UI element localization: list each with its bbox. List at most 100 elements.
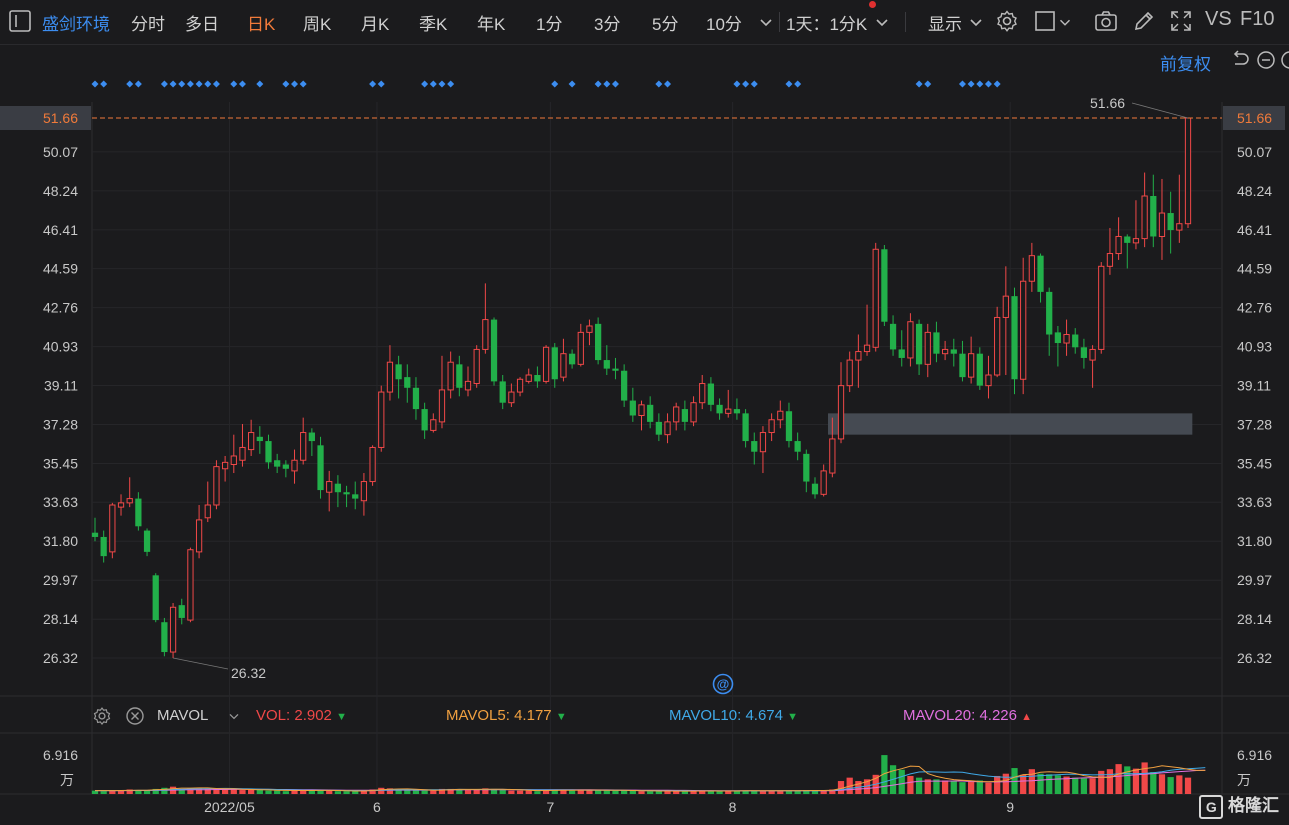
candles: [91, 117, 1192, 658]
volume-bar: [1176, 775, 1183, 794]
candle-body: [664, 421, 671, 436]
candle-body: [1011, 296, 1018, 380]
volume-bar: [733, 791, 741, 794]
date-tick-label: 9: [1006, 799, 1014, 815]
candle-body: [933, 332, 940, 354]
candle-body: [690, 402, 697, 423]
volume-bar: [221, 789, 229, 794]
volume-bar: [248, 789, 255, 794]
candle-body: [638, 404, 645, 416]
event-marker-icon: [100, 80, 108, 88]
event-marker-icon: [230, 80, 238, 88]
event-marker-icon: [750, 80, 758, 88]
volume-bar: [1124, 766, 1131, 794]
volume-bar: [308, 790, 315, 794]
date-tick-label: 7: [547, 799, 555, 815]
candle-body: [256, 436, 263, 442]
price-tick-left: 29.97: [43, 572, 78, 588]
event-marker-icon: [91, 80, 99, 88]
volume-bar: [994, 775, 1001, 794]
volume-bar: [681, 791, 688, 794]
watermark-text: 格隆汇: [1228, 796, 1279, 816]
candle-body: [820, 470, 827, 495]
candle-body: [551, 347, 558, 380]
candle-body: [534, 375, 541, 382]
price-tick-right: 48.24: [1237, 183, 1272, 199]
volume-bar: [1115, 764, 1122, 794]
price-zone-highlight: [828, 413, 1193, 435]
candle-body: [239, 446, 246, 461]
indicator-name[interactable]: MAVOL: [157, 707, 208, 724]
volume-bar: [412, 790, 420, 794]
event-marker-icon: [291, 80, 299, 88]
volume-bar: [1167, 777, 1174, 794]
price-tick-right: 29.97: [1237, 572, 1272, 588]
candle-body: [525, 374, 532, 382]
volume-bar: [941, 780, 949, 794]
price-tick-right: 51.66: [1237, 110, 1272, 126]
candle-body: [1176, 223, 1183, 231]
candle-body: [326, 481, 333, 493]
volume-bar: [777, 791, 784, 794]
date-tick-label: 2022/05: [204, 799, 255, 815]
candle-body: [291, 459, 298, 472]
gear-icon[interactable]: [92, 706, 112, 726]
candle-body: [456, 364, 463, 388]
brand-logo-icon: G: [1199, 795, 1224, 819]
up-arrow-icon: ▲: [1021, 711, 1033, 723]
candle-body: [568, 353, 576, 365]
event-marker-icon: [160, 80, 168, 88]
candle-body: [1106, 253, 1114, 267]
volume-bar: [499, 790, 506, 794]
event-marker-icon: [742, 80, 750, 88]
price-tick-right: 37.28: [1237, 416, 1272, 432]
candle-body: [872, 248, 879, 348]
volume-bar: [1054, 775, 1062, 794]
price-tick-right: 42.76: [1237, 300, 1272, 316]
candle-body: [404, 377, 411, 388]
mavol10-label: MAVOL10:: [669, 707, 742, 724]
candle-body: [751, 441, 758, 452]
volume-bar: [404, 790, 411, 794]
mavol5-readout: MAVOL5: 4.177 ▼: [446, 707, 567, 724]
volume-bar: [725, 791, 732, 794]
candle-body: [195, 519, 203, 553]
price-tick-left: 35.45: [43, 455, 78, 471]
volume-bar: [1132, 768, 1140, 794]
candle-body: [1158, 212, 1166, 237]
candle-body: [647, 404, 654, 422]
candle-body: [959, 353, 966, 378]
candle-body: [334, 483, 342, 493]
candle-body: [100, 536, 107, 557]
volume-bar: [421, 790, 428, 794]
candle-body: [542, 346, 550, 382]
low-price-label: 26.32: [231, 665, 266, 681]
volume-bar: [603, 790, 610, 794]
candle-body: [421, 409, 428, 431]
price-tick-right: 44.59: [1237, 261, 1272, 277]
locate-latest-icon[interactable]: @: [712, 673, 734, 695]
candle-body: [282, 464, 289, 469]
candle-body: [464, 380, 472, 391]
event-marker-icon: [958, 80, 966, 88]
event-marker-icon: [655, 80, 663, 88]
volume-bar: [100, 791, 107, 794]
event-marker-icon: [976, 80, 984, 88]
event-marker-icon: [733, 80, 741, 88]
volume-bar: [647, 791, 654, 794]
volume-bar: [291, 790, 298, 794]
candle-body: [586, 325, 593, 333]
candle-body: [178, 605, 185, 618]
candle-body: [742, 413, 749, 442]
volume-bar: [534, 791, 541, 794]
close-icon[interactable]: [125, 706, 145, 726]
candle-body: [378, 391, 385, 448]
volume-bar: [161, 787, 168, 794]
candle-body: [915, 323, 923, 365]
candle-body: [1046, 291, 1053, 335]
chevron-down-icon[interactable]: [226, 708, 242, 724]
candle-body: [187, 549, 194, 621]
candle-body: [681, 409, 688, 422]
event-marker-icon: [611, 80, 619, 88]
price-tick-right: 39.11: [1237, 377, 1271, 393]
